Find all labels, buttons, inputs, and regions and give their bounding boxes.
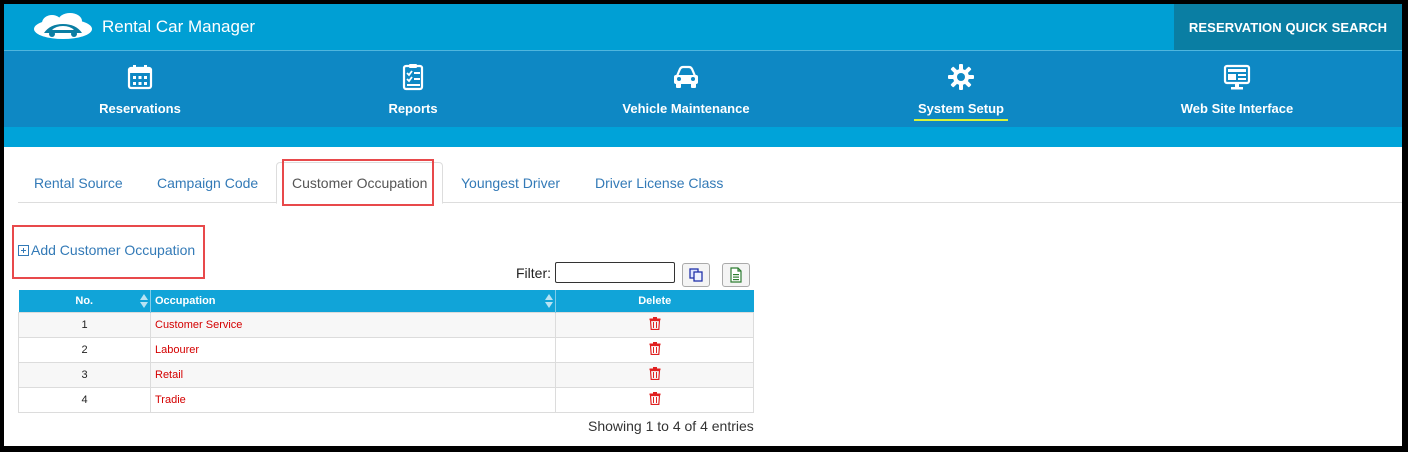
nav-item-reservations[interactable]: Reservations <box>90 51 190 128</box>
delete-cell <box>555 361 754 388</box>
setup-tabs: Rental Source Campaign Code Customer Occ… <box>18 162 1402 204</box>
nav-item-vehicle-maintenance[interactable]: Vehicle Maintenance <box>611 51 761 128</box>
occupation-link[interactable]: Customer Service <box>150 311 556 338</box>
calendar-icon <box>125 63 155 91</box>
trash-icon[interactable] <box>649 316 661 330</box>
car-cloud-logo-icon <box>34 13 92 39</box>
table-row: 4 Tradie <box>18 386 754 413</box>
delete-cell <box>555 336 754 363</box>
tab-youngest-driver[interactable]: Youngest Driver <box>445 162 576 203</box>
row-number: 4 <box>18 386 151 413</box>
monitor-icon <box>1222 63 1252 91</box>
nav-item-web-site-interface[interactable]: Web Site Interface <box>1167 51 1307 128</box>
nav-label: Reservations <box>99 101 181 116</box>
row-number: 2 <box>18 336 151 363</box>
tab-rental-source[interactable]: Rental Source <box>18 162 139 203</box>
car-icon <box>671 63 701 91</box>
app-title: Rental Car Manager <box>102 17 256 36</box>
occupation-link[interactable]: Retail <box>150 361 556 388</box>
table-row: 2 Labourer <box>18 336 754 363</box>
nav-item-system-setup[interactable]: System Setup <box>909 51 1013 128</box>
row-number: 1 <box>18 311 151 338</box>
table-row: 3 Retail <box>18 361 754 388</box>
reservation-quick-search-button[interactable]: RESERVATION QUICK SEARCH <box>1174 4 1402 50</box>
column-header-delete: Delete <box>555 290 754 312</box>
add-link-label: Add Customer Occupation <box>31 242 196 258</box>
table-info: Showing 1 to 4 of 4 entries <box>588 418 754 434</box>
column-header-occupation[interactable]: Occupation <box>150 290 556 312</box>
sub-header-bar <box>4 127 1402 147</box>
gear-icon <box>946 63 976 91</box>
nav-label: Web Site Interface <box>1180 101 1294 116</box>
nav-label: Reports <box>388 101 438 116</box>
row-number: 3 <box>18 361 151 388</box>
copy-icon <box>689 268 703 282</box>
app-window: Rental Car Manager RESERVATION QUICK SEA… <box>4 4 1402 446</box>
main-nav: Reservations Reports Vehicle Maintenance… <box>4 50 1402 127</box>
checklist-icon <box>398 63 428 91</box>
occupation-link[interactable]: Labourer <box>150 336 556 363</box>
brand[interactable]: Rental Car Manager <box>32 10 255 44</box>
sort-icon <box>140 294 148 308</box>
sort-icon <box>545 294 553 308</box>
spreadsheet-icon <box>730 267 742 283</box>
filter-input[interactable] <box>555 262 675 283</box>
filter-label: Filter: <box>516 264 551 281</box>
delete-cell <box>555 386 754 413</box>
tab-driver-license-class[interactable]: Driver License Class <box>579 162 739 203</box>
occupation-link[interactable]: Tradie <box>150 386 556 413</box>
plus-square-icon <box>18 244 29 256</box>
add-customer-occupation-link[interactable]: Add Customer Occupation <box>18 242 195 258</box>
export-csv-button[interactable] <box>722 263 750 287</box>
copy-button[interactable] <box>682 263 710 287</box>
delete-cell <box>555 311 754 338</box>
tab-customer-occupation[interactable]: Customer Occupation <box>276 162 443 204</box>
trash-icon[interactable] <box>649 341 661 355</box>
trash-icon[interactable] <box>649 366 661 380</box>
trash-icon[interactable] <box>649 391 661 405</box>
occupation-table: No. Occupation Delete 1 Customer Service… <box>18 290 754 413</box>
table-header-row: No. Occupation Delete <box>18 290 754 312</box>
nav-label: System Setup <box>914 101 1008 121</box>
nav-item-reports[interactable]: Reports <box>373 51 453 128</box>
nav-label: Vehicle Maintenance <box>622 101 750 116</box>
top-header: Rental Car Manager RESERVATION QUICK SEA… <box>4 4 1402 50</box>
filter-bar: Filter: <box>516 262 675 283</box>
column-header-no[interactable]: No. <box>18 290 151 312</box>
tab-campaign-code[interactable]: Campaign Code <box>141 162 274 203</box>
table-row: 1 Customer Service <box>18 311 754 338</box>
